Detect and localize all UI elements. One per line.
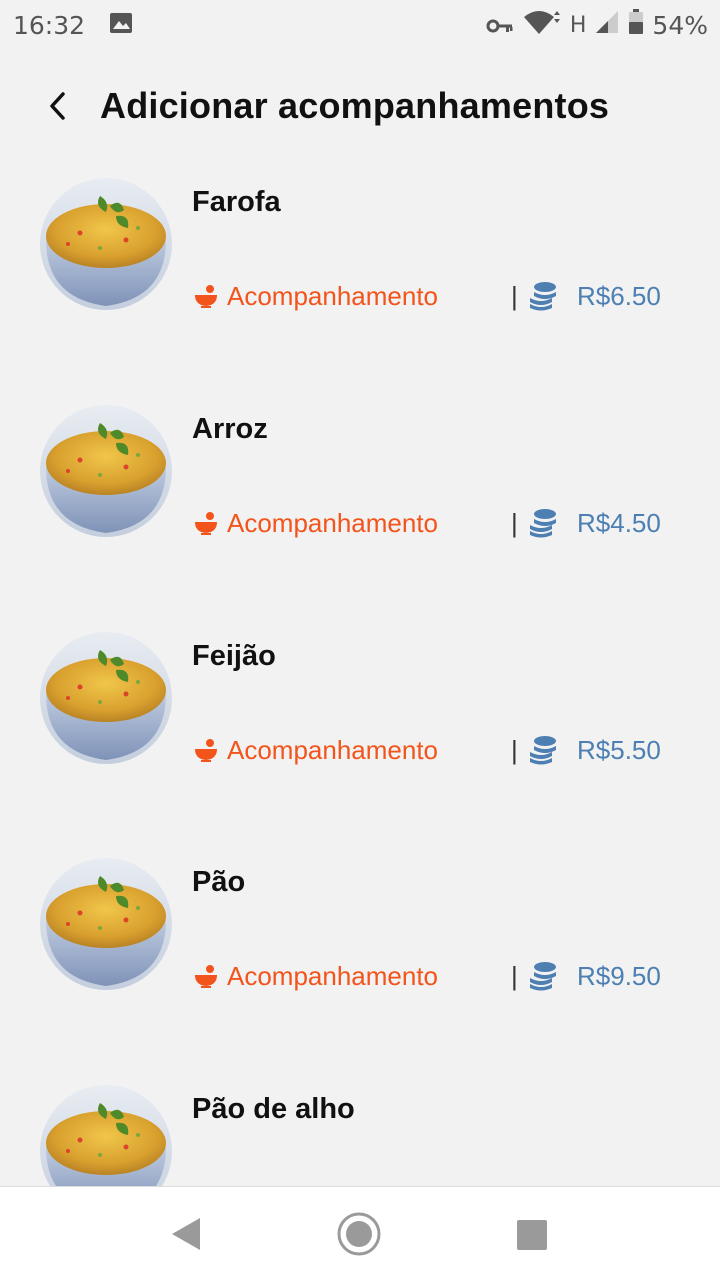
item-name: Feijão bbox=[192, 640, 276, 672]
system-navigation-bar bbox=[0, 1186, 720, 1280]
separator: | bbox=[511, 734, 518, 765]
item-name: Pão bbox=[192, 866, 246, 898]
coins-icon bbox=[530, 962, 556, 991]
list-item[interactable]: Arroz Acompanhamento | R$4.50 bbox=[0, 405, 720, 605]
item-name: Pão de alho bbox=[192, 1093, 355, 1125]
bowl-icon bbox=[195, 965, 217, 988]
list-item[interactable]: Pão de alho bbox=[0, 1085, 720, 1186]
bowl-icon bbox=[195, 739, 217, 762]
list-item[interactable]: Farofa Acompanhamento | R$6.50 bbox=[0, 178, 720, 378]
list-item[interactable]: Pão Acompanhamento | R$9.50 bbox=[0, 858, 720, 1058]
food-image bbox=[40, 1085, 172, 1186]
nav-back-button[interactable] bbox=[166, 1216, 206, 1252]
coins-icon bbox=[530, 282, 556, 311]
coins-icon bbox=[530, 736, 556, 765]
price-label: R$4.50 bbox=[577, 507, 661, 538]
food-image bbox=[40, 632, 172, 764]
food-image bbox=[40, 178, 172, 310]
item-meta: Acompanhamento | R$9.50 bbox=[193, 958, 673, 994]
price-label: R$9.50 bbox=[577, 960, 661, 991]
side-dish-list: Farofa Acompanhamento | R$6.50 Arroz Aco… bbox=[0, 0, 720, 1186]
coins-icon bbox=[530, 509, 556, 538]
circle-home-icon bbox=[337, 1212, 381, 1256]
item-meta: Acompanhamento | R$4.50 bbox=[193, 505, 673, 541]
price-label: R$5.50 bbox=[577, 734, 661, 765]
category-label: Acompanhamento bbox=[227, 734, 439, 765]
item-meta: Acompanhamento | R$6.50 bbox=[193, 278, 673, 314]
separator: | bbox=[511, 507, 518, 538]
separator: | bbox=[511, 960, 518, 991]
food-image bbox=[40, 405, 172, 537]
bowl-icon bbox=[195, 512, 217, 535]
list-item[interactable]: Feijão Acompanhamento | R$5.50 bbox=[0, 632, 720, 832]
separator: | bbox=[511, 280, 518, 311]
price-label: R$6.50 bbox=[577, 280, 661, 311]
food-image bbox=[40, 858, 172, 990]
triangle-back-icon bbox=[172, 1218, 200, 1250]
nav-home-button[interactable] bbox=[336, 1211, 382, 1257]
item-name: Farofa bbox=[192, 186, 281, 218]
item-meta: Acompanhamento | R$5.50 bbox=[193, 732, 673, 768]
nav-recents-button[interactable] bbox=[515, 1218, 549, 1252]
item-name: Arroz bbox=[192, 413, 268, 445]
category-label: Acompanhamento bbox=[227, 960, 439, 991]
category-label: Acompanhamento bbox=[227, 507, 439, 538]
square-recents-icon bbox=[517, 1220, 547, 1250]
bowl-icon bbox=[195, 285, 217, 308]
category-label: Acompanhamento bbox=[227, 280, 439, 311]
